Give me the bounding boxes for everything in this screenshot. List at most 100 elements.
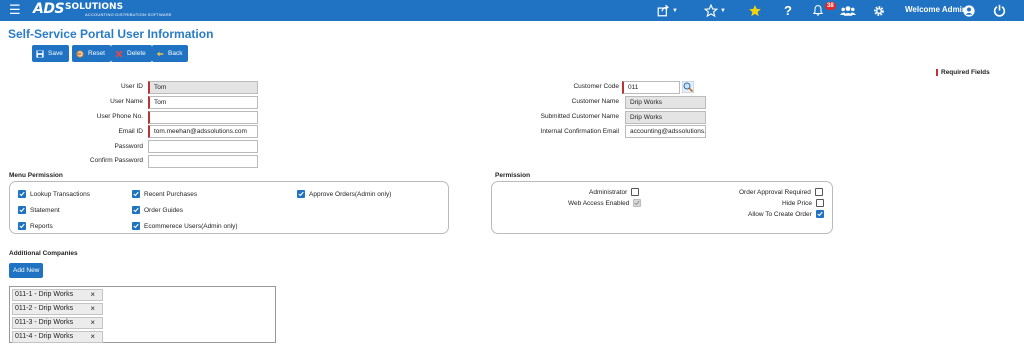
- remove-icon[interactable]: ×: [90, 304, 95, 314]
- permission-title: Permission: [495, 172, 531, 179]
- save-label: Save: [48, 50, 63, 57]
- star-outline-icon[interactable]: ▼: [704, 2, 726, 19]
- submitted-customer-name-label: Submitted Customer Name: [540, 113, 619, 120]
- notification-badge: 38: [825, 2, 836, 10]
- customer-code-field[interactable]: 011: [622, 81, 680, 94]
- statement-label: Statement: [30, 206, 60, 214]
- internal-email-label: Internal Confirmation Email: [540, 128, 619, 135]
- additional-companies-title: Additional Companies: [9, 250, 78, 257]
- ecommerce-users-label: Ecommerece Users(Admin only): [144, 222, 238, 230]
- checkbox-checked-icon: [132, 206, 140, 214]
- company-chip[interactable]: 011-4 - Drip Works ×: [12, 331, 103, 343]
- checkbox-checked-icon: [18, 190, 26, 198]
- order-approval-required-checkbox[interactable]: Order Approval Required: [739, 188, 823, 196]
- company-chip-label: 011-1 - Drip Works: [15, 291, 74, 298]
- company-chip-label: 011-2 - Drip Works: [15, 305, 74, 312]
- web-access-enabled-checkbox: Web Access Enabled: [568, 199, 642, 207]
- reports-label: Reports: [30, 222, 53, 230]
- required-fields-note: Required Fields: [936, 69, 990, 76]
- company-chip-label: 011-4 - Drip Works: [15, 333, 74, 340]
- administrator-label: Administrator: [589, 188, 628, 196]
- order-approval-required-label: Order Approval Required: [739, 188, 811, 196]
- web-access-enabled-label: Web Access Enabled: [568, 199, 630, 207]
- back-label: Back: [168, 50, 183, 57]
- user-circle-icon[interactable]: [963, 2, 975, 19]
- logo-ads-text: ADS: [33, 1, 65, 17]
- hide-price-checkbox[interactable]: Hide Price: [782, 199, 824, 207]
- remove-icon[interactable]: ×: [90, 318, 95, 328]
- delete-button[interactable]: Delete: [111, 45, 152, 62]
- checkbox-unchecked-icon: [631, 188, 640, 196]
- allow-create-order-label: Allow To Create Order: [748, 210, 812, 218]
- ads-solutions-logo[interactable]: ADS SOLUTIONS ACCOUNTING·DISTRIBUTION·SO…: [33, 1, 172, 19]
- password-label: Password: [114, 143, 143, 150]
- user-id-label: User ID: [120, 83, 143, 90]
- hide-price-label: Hide Price: [782, 199, 812, 207]
- add-new-button[interactable]: Add New: [9, 263, 44, 278]
- menu-icon[interactable]: ☰: [9, 3, 21, 17]
- page-title: Self-Service Portal User Information: [8, 27, 214, 41]
- email-id-label: Email ID: [118, 128, 143, 135]
- password-field[interactable]: [148, 140, 258, 153]
- checkbox-disabled-checked-icon: [633, 199, 642, 207]
- email-id-field[interactable]: tom.meehan@adssolutions.com: [148, 125, 258, 138]
- reset-button[interactable]: Reset: [72, 45, 111, 62]
- welcome-user-text[interactable]: Welcome Admin: [905, 5, 967, 14]
- lookup-search-icon[interactable]: [682, 81, 694, 93]
- reports-checkbox[interactable]: Reports: [18, 222, 53, 230]
- approve-orders-label: Approve Orders(Admin only): [309, 190, 392, 198]
- user-id-field[interactable]: Tom: [148, 81, 258, 94]
- lookup-transactions-checkbox[interactable]: Lookup Transactions: [18, 190, 90, 198]
- checkbox-checked-icon: [132, 222, 140, 230]
- back-button[interactable]: Back: [152, 45, 189, 62]
- ecommerce-users-checkbox[interactable]: Ecommerece Users(Admin only): [132, 222, 238, 230]
- share-icon[interactable]: ▼: [657, 2, 678, 19]
- confirm-password-field[interactable]: [148, 155, 258, 168]
- company-chip[interactable]: 011-2 - Drip Works ×: [12, 303, 103, 315]
- lookup-transactions-label: Lookup Transactions: [30, 190, 90, 198]
- customer-name-field[interactable]: Drip Works: [625, 96, 706, 109]
- recent-purchases-label: Recent Purchases: [144, 190, 198, 198]
- save-button[interactable]: Save: [32, 45, 69, 62]
- submitted-customer-name-field[interactable]: Drip Works: [625, 111, 706, 124]
- company-chip-label: 011-3 - Drip Works: [15, 319, 74, 326]
- checkbox-checked-icon: [18, 222, 26, 230]
- help-icon[interactable]: ?: [784, 2, 792, 19]
- users-icon[interactable]: [840, 2, 856, 19]
- customer-name-label: Customer Name: [571, 98, 619, 105]
- power-icon[interactable]: [993, 2, 1006, 19]
- bell-icon[interactable]: [812, 2, 824, 19]
- approve-orders-checkbox[interactable]: Approve Orders(Admin only): [297, 190, 391, 198]
- reset-icon: [76, 49, 84, 58]
- administrator-checkbox[interactable]: Administrator: [589, 188, 640, 196]
- statement-checkbox[interactable]: Statement: [18, 206, 60, 214]
- internal-email-field[interactable]: accounting@adssolutions.c: [625, 125, 706, 138]
- logo-solutions-text: SOLUTIONS: [65, 2, 124, 12]
- top-navbar: ☰ ADS SOLUTIONS ACCOUNTING·DISTRIBUTION·…: [0, 0, 1024, 21]
- remove-icon[interactable]: ×: [90, 332, 95, 342]
- chevron-down-icon: ▼: [672, 7, 678, 14]
- customer-code-label: Customer Code: [573, 83, 619, 90]
- logo-tagline: ACCOUNTING·DISTRIBUTION·SOFTWARE: [85, 12, 172, 17]
- back-arrow-icon: [156, 51, 164, 56]
- remove-icon[interactable]: ×: [90, 290, 95, 300]
- delete-icon: [115, 50, 123, 57]
- user-phone-field[interactable]: [148, 111, 258, 124]
- checkbox-checked-icon: [297, 190, 305, 198]
- checkbox-checked-icon: [18, 206, 26, 214]
- gear-icon[interactable]: [873, 2, 885, 19]
- allow-create-order-checkbox[interactable]: Allow To Create Order: [748, 210, 824, 218]
- star-filled-icon[interactable]: [748, 2, 762, 19]
- save-icon: [36, 49, 44, 58]
- additional-companies-list[interactable]: 011-1 - Drip Works × 011-2 - Drip Works …: [9, 286, 276, 343]
- recent-purchases-checkbox[interactable]: Recent Purchases: [132, 190, 197, 198]
- reset-label: Reset: [88, 50, 105, 57]
- delete-label: Delete: [127, 50, 146, 57]
- order-guides-checkbox[interactable]: Order Guides: [132, 206, 183, 214]
- order-guides-label: Order Guides: [144, 206, 184, 214]
- chevron-down-icon: ▼: [720, 7, 726, 14]
- company-chip[interactable]: 011-3 - Drip Works ×: [12, 317, 103, 329]
- menu-permission-title: Menu Permission: [9, 172, 63, 179]
- user-name-field[interactable]: Tom: [148, 96, 258, 109]
- company-chip[interactable]: 011-1 - Drip Works ×: [12, 289, 103, 301]
